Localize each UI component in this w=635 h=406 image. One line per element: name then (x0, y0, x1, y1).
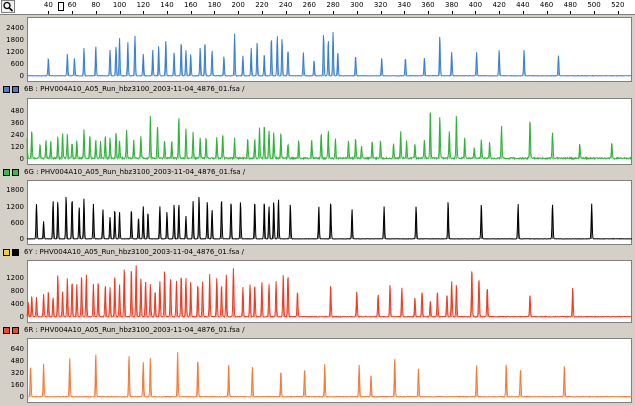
ruler-tick-label: 120 (136, 1, 150, 9)
ruler-slider-thumb[interactable] (58, 2, 64, 11)
panel-header-yellow: 6G : PHV004A10_A05_Run_hbz3100_2003-11-0… (0, 167, 635, 179)
ruler-tick-mark (309, 11, 311, 14)
ruler-tick-mark (451, 11, 453, 14)
trace-plot-yellow[interactable] (27, 180, 632, 245)
dye-toggle-button[interactable] (3, 327, 10, 334)
ruler-tick-mark (72, 11, 74, 14)
panel-header-green: 6B : PHV004A10_A05_Run_hbz3100_2003-11-0… (0, 84, 635, 96)
magnifier-icon (3, 1, 14, 12)
ruler-tick-mark (333, 11, 335, 14)
ruler-tick-mark (427, 11, 429, 14)
electropherogram-window: 40 60 80 100 120 140 160 180 200 220 240 260 280 300 3… (0, 0, 635, 406)
zoom-button[interactable] (1, 0, 15, 13)
ruler-tick-mark (475, 11, 477, 14)
size-ruler: 40 60 80 100 120 140 160 180 200 220 240 260 280 300 3… (0, 0, 635, 15)
dye-toggle-button[interactable] (3, 249, 10, 256)
ruler-tick-mark (594, 11, 596, 14)
sample-file-label: 6Y : PHV004A10_A05_Run_hbz3100_2003-11-0… (24, 248, 244, 256)
ruler-tick-label: 140 (160, 1, 174, 9)
y-axis-label: 320 (10, 369, 24, 377)
ruler-tick-mark (119, 11, 121, 14)
ruler-tick-mark (617, 11, 619, 14)
y-axis-label: 0 (19, 155, 24, 163)
ruler-tick-label: 180 (207, 1, 222, 9)
dye-toggle-button[interactable] (12, 169, 19, 176)
sample-file-label: 6R : PHV004A10_A05_Run_hbz3100_2003-11-0… (24, 326, 245, 334)
dye-toggle-button[interactable] (3, 86, 10, 93)
y-axis-label: 1800 (6, 36, 24, 44)
ruler-tick-mark (499, 11, 501, 14)
ruler-tick-mark (285, 11, 287, 14)
y-axis-label: 0 (19, 235, 24, 243)
y-axis-label: 2400 (6, 24, 24, 32)
sample-file-label: 6B : PHV004A10_A05_Run_hbz3100_2003-11-0… (24, 85, 245, 93)
ruler-tick-label: 500 (587, 1, 601, 9)
ruler-tick-label: 80 (91, 1, 101, 9)
ruler-tick-mark (48, 11, 50, 14)
ruler-tick-mark (238, 11, 240, 14)
trace-plot-red[interactable] (27, 260, 632, 323)
ruler-tick-mark (570, 11, 572, 14)
sample-file-label: 6G : PHV004A10_A05_Run_hbz3100_2003-11-0… (24, 168, 246, 176)
y-axis-label: 640 (10, 345, 24, 353)
y-axis-label: 160 (10, 381, 24, 389)
y-axis-label: 0 (19, 72, 24, 80)
trace-plot-blue[interactable] (27, 17, 632, 82)
ruler-tick-label: 100 (112, 1, 127, 9)
ruler-tick-label: 300 (350, 1, 364, 9)
trace-plot-orange[interactable] (27, 338, 632, 403)
ruler-tick-mark (166, 11, 168, 14)
ruler-tick-label: 480 (563, 1, 577, 9)
y-axis-label: 600 (10, 218, 24, 227)
y-axis-label: 360 (10, 119, 24, 127)
dye-toggle-button[interactable] (12, 327, 19, 334)
y-axis-label: 1200 (6, 48, 24, 56)
ruler-tick-mark (546, 11, 548, 14)
ruler-tick-label: 220 (255, 1, 269, 9)
ruler-tick-mark (380, 11, 382, 14)
ruler-tick-mark (522, 11, 524, 14)
dye-toggle-button[interactable] (12, 86, 19, 93)
dye-toggle-button[interactable] (12, 249, 19, 256)
dye-toggle-button[interactable] (3, 169, 10, 176)
ruler-tick-label: 200 (231, 1, 245, 9)
ruler-tick-mark (261, 11, 263, 14)
ruler-tick-label: 340 (397, 1, 411, 9)
ruler-tick-label: 440 (516, 1, 530, 9)
ruler-tick-label: 40 (43, 1, 53, 9)
y-axis-label: 400 (10, 300, 24, 308)
y-axis-label: 120 (10, 143, 24, 151)
y-axis-label: 480 (10, 107, 24, 115)
y-axis-label: 240 (10, 131, 24, 139)
y-axis-label: 1200 (6, 202, 24, 211)
ruler-tick-label: 160 (184, 1, 198, 9)
ruler-tick-mark (214, 11, 216, 14)
ruler-tick-mark (190, 11, 192, 14)
ruler-tick-label: 400 (468, 1, 483, 9)
y-axis-label: 1200 (6, 274, 24, 282)
ruler-tick-label: 280 (326, 1, 340, 9)
ruler-tick-label: 60 (67, 1, 77, 9)
panel-header-red: 6Y : PHV004A10_A05_Run_hbz3100_2003-11-0… (0, 247, 635, 259)
y-axis-label: 600 (10, 60, 24, 68)
ruler-tick-mark (95, 11, 97, 14)
y-axis-label: 800 (10, 287, 24, 295)
ruler-tick-label: 260 (302, 1, 317, 9)
y-axis-label: 0 (19, 393, 24, 401)
ruler-tick-mark (143, 11, 145, 14)
y-axis-label: 0 (19, 313, 24, 321)
ruler-tick-mark (404, 11, 406, 14)
trace-plot-green[interactable] (27, 98, 632, 165)
ruler-tick-label: 240 (278, 1, 293, 9)
ruler-tick-mark (356, 11, 358, 14)
ruler-tick-label: 460 (539, 1, 554, 9)
ruler-tick-label: 520 (611, 1, 625, 9)
ruler-tick-label: 360 (421, 1, 435, 9)
ruler-tick-label: 380 (444, 1, 459, 9)
ruler-tick-label: 320 (373, 1, 388, 9)
y-axis-label: 480 (10, 357, 24, 365)
ruler-tick-label: 420 (492, 1, 506, 9)
y-axis-label: 1800 (6, 186, 24, 195)
panel-header-orange: 6R : PHV004A10_A05_Run_hbz3100_2003-11-0… (0, 325, 635, 337)
